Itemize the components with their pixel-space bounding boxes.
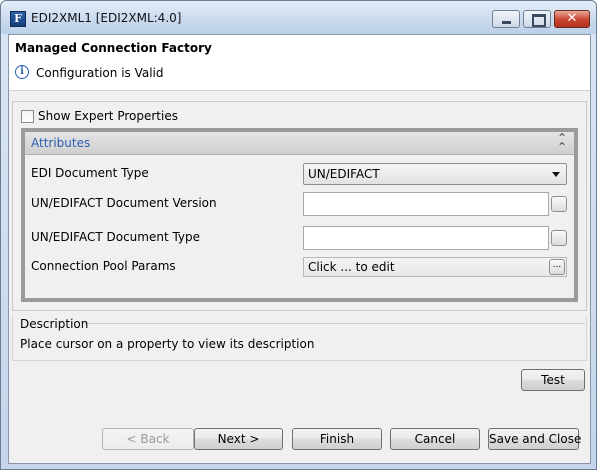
document-type-label: UN/EDIFACT Document Type	[31, 230, 201, 244]
dialog-header: Managed Connection Factory i Configurati…	[9, 35, 590, 91]
description-divider	[84, 323, 585, 324]
show-expert-checkbox[interactable]	[21, 110, 34, 123]
connection-pool-label: Connection Pool Params	[31, 259, 176, 273]
close-button[interactable]: ✕	[554, 10, 590, 28]
maximize-button[interactable]	[523, 10, 551, 28]
document-version-label: UN/EDIFACT Document Version	[31, 196, 217, 210]
minimize-button[interactable]	[492, 10, 520, 28]
title-bar[interactable]: F EDI2XML1 [EDI2XML:4.0] ✕	[1, 1, 596, 34]
window-title: EDI2XML1 [EDI2XML:4.0]	[31, 11, 182, 25]
edi-document-type-value: UN/EDIFACT	[308, 167, 380, 181]
description-title: Description	[20, 317, 89, 331]
document-type-edit-button[interactable]	[551, 230, 567, 246]
connection-pool-value: Click ... to edit	[308, 260, 395, 274]
document-type-input[interactable]	[303, 226, 549, 250]
app-icon: F	[10, 11, 26, 27]
next-button[interactable]: Next >	[194, 428, 283, 450]
dialog-window: F EDI2XML1 [EDI2XML:4.0] ✕ Managed Conne…	[0, 0, 597, 470]
document-version-edit-button[interactable]	[551, 196, 567, 212]
edi-document-type-select[interactable]: UN/EDIFACT	[303, 163, 567, 185]
close-icon: ✕	[566, 11, 578, 26]
page-title: Managed Connection Factory	[15, 41, 212, 55]
connection-pool-edit-button[interactable]: ...	[549, 259, 565, 275]
description-text: Place cursor on a property to view its d…	[20, 337, 315, 351]
minimize-icon	[493, 11, 519, 27]
validation-status: Configuration is Valid	[36, 66, 164, 80]
attributes-title: Attributes	[31, 136, 91, 150]
dropdown-arrow-icon	[552, 172, 560, 177]
collapse-icon[interactable]: ⌃ ⌃	[557, 132, 567, 153]
document-version-input[interactable]	[303, 192, 549, 216]
cancel-button[interactable]: Cancel	[390, 428, 480, 450]
description-section: Description Place cursor on a property t…	[12, 315, 587, 361]
connection-pool-field[interactable]: Click ... to edit ...	[303, 257, 567, 277]
save-and-close-button[interactable]: Save and Close	[488, 428, 581, 450]
show-expert-label[interactable]: Show Expert Properties	[38, 109, 178, 123]
properties-panel: Show Expert Properties Attributes ⌃ ⌃ EDI…	[12, 101, 587, 311]
dialog-content: Managed Connection Factory i Configurati…	[8, 34, 591, 464]
maximize-icon	[524, 11, 550, 27]
finish-button[interactable]: Finish	[292, 428, 382, 450]
attributes-header[interactable]: Attributes ⌃ ⌃	[25, 132, 574, 155]
back-button[interactable]: < Back	[102, 428, 194, 450]
test-button[interactable]: Test	[521, 369, 585, 391]
edi-document-type-label: EDI Document Type	[31, 166, 149, 180]
attributes-section: Attributes ⌃ ⌃ EDI Document Type UN/EDIFA…	[21, 128, 578, 302]
info-icon: i	[15, 65, 29, 79]
